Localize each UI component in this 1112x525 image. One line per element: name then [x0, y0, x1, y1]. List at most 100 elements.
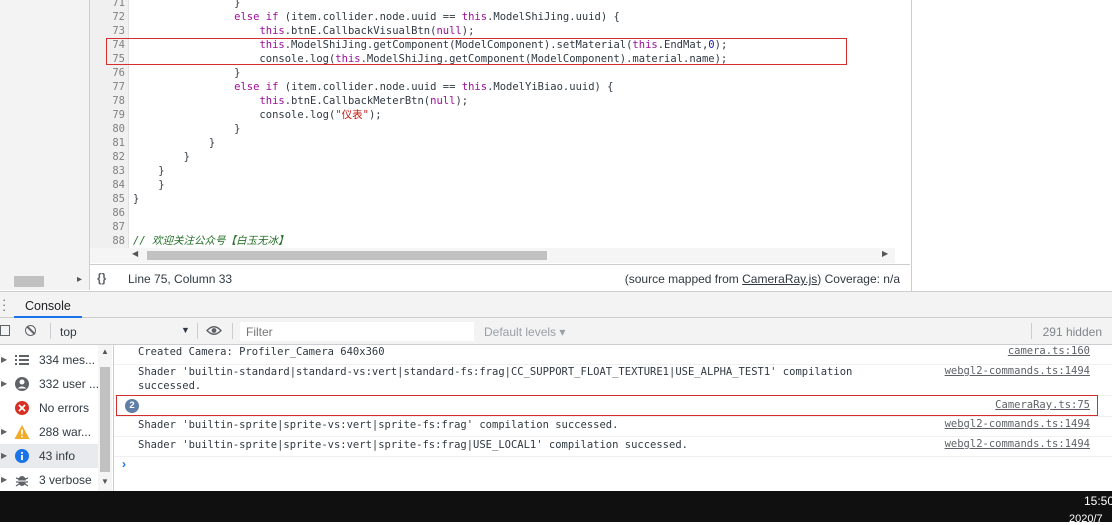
message-source-link[interactable]: webgl2-commands.ts:1494 [945, 438, 1090, 450]
expand-arrow-icon[interactable]: ▶ [1, 379, 7, 388]
list-icon [15, 355, 29, 365]
message-text: Created Camera: Profiler_Camera 640x360 [138, 346, 385, 358]
live-expression-eye-icon[interactable] [206, 325, 222, 336]
line-number[interactable]: 77 [90, 80, 125, 94]
code-line: } [133, 67, 241, 79]
tab-console[interactable]: Console [14, 292, 82, 318]
line-number[interactable]: 84 [90, 178, 125, 192]
line-number[interactable]: 83 [90, 164, 125, 178]
navigator-pane: ▸ [0, 0, 90, 290]
error-icon [15, 401, 29, 415]
taskbar-clock[interactable]: 15:50 [1084, 494, 1112, 508]
message-text: Shader 'builtin-sprite|sprite-vs:vert|sp… [138, 419, 619, 431]
line-number[interactable]: 73 [90, 24, 125, 38]
console-message: Shader 'builtin-standard|standard-vs:ver… [114, 365, 1112, 396]
source-map-info: (source mapped from CameraRay.js) Covera… [625, 272, 900, 286]
expand-arrow-icon[interactable]: ▶ [1, 451, 7, 460]
console-message: Shader 'builtin-sprite|sprite-vs:vert|sp… [114, 417, 1112, 437]
scroll-down-icon[interactable]: ▼ [101, 477, 109, 486]
clear-console-icon[interactable] [25, 325, 36, 336]
message-source-link[interactable]: camera.ts:160 [1008, 345, 1090, 357]
code-line: } [133, 123, 241, 135]
code-line: else if (item.collider.node.uuid == this… [234, 11, 620, 23]
editor-horizontal-scrollbar[interactable]: ◀ ▶ [90, 248, 895, 263]
drawer-menu-icon[interactable]: · · · [2, 293, 6, 316]
line-number[interactable]: 80 [90, 122, 125, 136]
line-number[interactable]: 78 [90, 94, 125, 108]
line-number[interactable]: 87 [90, 220, 125, 234]
sidebar-toggle-icon[interactable] [0, 325, 10, 336]
coverage-info: ) Coverage: n/a [817, 272, 900, 286]
line-number[interactable]: 71 [90, 0, 125, 10]
code-line: } [133, 137, 216, 149]
line-number[interactable]: 86 [90, 206, 125, 220]
sidebar-item-info[interactable]: ▶ 43 info [0, 444, 98, 468]
code-line: this.btnE.CallbackVisualBtn(null); [259, 25, 475, 37]
expand-arrow-icon[interactable]: ▶ [1, 355, 7, 364]
sidebar-item-messages[interactable]: ▶ 334 mes... [0, 348, 98, 372]
source-map-prefix: (source mapped from [624, 272, 743, 286]
sidebar-item-user-messages[interactable]: ▶ 332 user ... [0, 372, 99, 396]
hidden-count: 291 hidden [1042, 325, 1102, 339]
cursor-position: Line 75, Column 33 [128, 272, 233, 286]
scroll-right-icon[interactable]: ▶ [882, 249, 888, 258]
navigator-scroll-right-icon[interactable]: ▸ [77, 274, 82, 285]
editor-horizontal-scroll-thumb[interactable] [147, 251, 547, 260]
code-line: console.log("仪表"); [133, 109, 382, 121]
code-line: } [133, 0, 241, 9]
scroll-left-icon[interactable]: ◀ [132, 249, 138, 258]
console-sidebar: ▶ 334 mes... ▶ 332 user ... No errors ▶ … [0, 345, 114, 491]
line-number[interactable]: 81 [90, 136, 125, 150]
sidebar-item-verbose[interactable]: ▶ 3 verbose [0, 468, 98, 491]
code-line: } [133, 151, 190, 163]
message-source-link[interactable]: webgl2-commands.ts:1494 [945, 418, 1090, 430]
taskbar-date[interactable]: 2020/7 [1069, 513, 1112, 525]
sidebar-item-label: No errors [39, 401, 90, 415]
sidebar-item-label: 334 mes... [39, 353, 96, 367]
line-number[interactable]: 85 [90, 192, 125, 206]
expand-arrow-icon[interactable]: ▶ [1, 427, 7, 436]
right-pane [911, 0, 1112, 291]
context-dropdown-icon[interactable]: ▼ [181, 325, 190, 335]
log-levels-dropdown[interactable]: Default levels ▾ [484, 325, 565, 339]
filter-input[interactable] [240, 322, 474, 341]
sidebar-item-warnings[interactable]: ▶ 288 war... [0, 420, 98, 444]
sidebar-item-label: 288 war... [39, 425, 92, 439]
sidebar-scroll-thumb[interactable] [100, 367, 110, 472]
navigator-scroll-thumb[interactable] [14, 276, 44, 287]
code-highlight-box [106, 38, 847, 65]
line-number[interactable]: 79 [90, 108, 125, 122]
console-prompt[interactable]: › [122, 457, 126, 471]
context-selector[interactable]: top [60, 325, 77, 339]
drawer-tab-bar: · · · Console [0, 291, 1112, 318]
user-icon [15, 377, 29, 391]
toolbar-divider [50, 323, 51, 339]
warning-icon [14, 425, 30, 439]
message-highlight-box [116, 395, 1098, 416]
code-line: else if (item.collider.node.uuid == this… [234, 81, 614, 93]
message-text: Shader 'builtin-standard|standard-vs:ver… [138, 366, 853, 392]
toolbar-divider [1031, 323, 1032, 339]
os-taskbar: 15:50 2020/7 [0, 491, 1112, 525]
line-number[interactable]: 76 [90, 66, 125, 80]
sidebar-item-label: 43 info [39, 449, 76, 463]
bug-icon [15, 476, 29, 487]
sidebar-scrollbar[interactable]: ▲ ▼ [98, 345, 112, 491]
line-number[interactable]: 82 [90, 150, 125, 164]
console-message: Shader 'builtin-sprite|sprite-vs:vert|sp… [114, 437, 1112, 457]
toolbar-divider [232, 323, 233, 339]
scroll-up-icon[interactable]: ▲ [101, 347, 109, 356]
code-line: // 欢迎关注公众号【白玉无冰】 [133, 235, 289, 247]
message-source-link[interactable]: webgl2-commands.ts:1494 [945, 365, 1090, 377]
toolbar-divider [197, 323, 198, 339]
expand-arrow-icon[interactable]: ▶ [1, 475, 7, 484]
line-number[interactable]: 88 [90, 234, 125, 248]
console-messages: Created Camera: Profiler_Camera 640x360 … [114, 345, 1112, 491]
code-line: } [133, 165, 165, 177]
info-icon [15, 449, 29, 463]
sidebar-item-errors[interactable]: No errors [0, 396, 98, 420]
sidebar-item-label: 3 verbose [39, 473, 92, 487]
source-map-link[interactable]: CameraRay.js [742, 272, 817, 286]
line-number[interactable]: 72 [90, 10, 125, 24]
pretty-print-icon[interactable]: {} [97, 271, 106, 285]
